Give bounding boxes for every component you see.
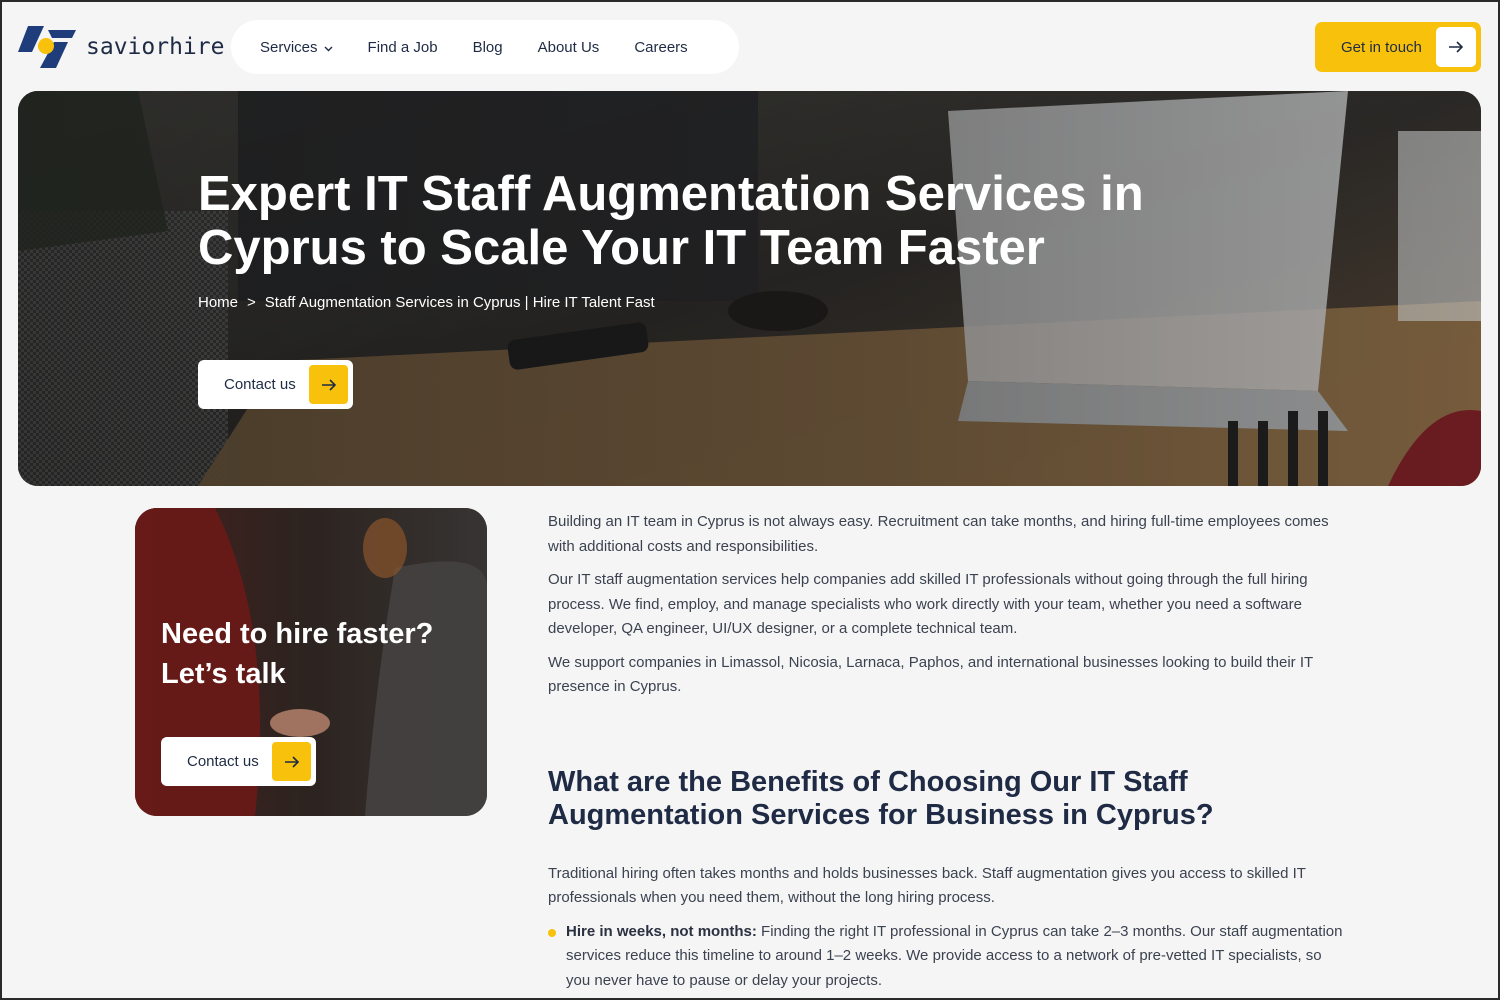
- nav-item-label: About Us: [537, 38, 600, 56]
- nav-item-blog[interactable]: Blog: [473, 39, 503, 56]
- benefits-intro: Traditional hiring often takes months an…: [548, 864, 1306, 907]
- card-contact-us-button[interactable]: Contact us: [161, 737, 316, 786]
- list-item: Hire in weeks, not months: Finding the r…: [548, 920, 1348, 994]
- bullet-text: Hire in weeks, not months: Finding the r…: [566, 920, 1348, 994]
- nav-item-label: Careers: [634, 38, 688, 56]
- nav-item-label: Blog: [472, 38, 503, 56]
- intro-paragraph-2: Our IT staff augmentation services help …: [548, 571, 1308, 637]
- breadcrumb-current: Staff Augmentation Services in Cyprus | …: [264, 294, 655, 311]
- contact-us-label: Contact us: [224, 376, 296, 393]
- intro-paragraph-3: We support companies in Limassol, Nicosi…: [548, 653, 1313, 696]
- nav-item-label: Find a Job: [367, 38, 438, 56]
- main-nav: Services Find a Job Blog About Us Career…: [231, 20, 739, 74]
- hire-faster-card: Need to hire faster? Let’s talk Contact …: [135, 508, 487, 816]
- arrow-right-icon: [1436, 27, 1476, 67]
- saviorhire-logo-icon: [18, 24, 76, 70]
- get-in-touch-label: Get in touch: [1341, 38, 1422, 56]
- bullet-title: Hire in weeks, not months:: [566, 922, 757, 940]
- nav-item-services[interactable]: Services: [260, 39, 333, 56]
- card-title: Need to hire faster? Let’s talk: [161, 618, 434, 690]
- logo-text: saviorhire: [86, 34, 225, 60]
- nav-item-about-us[interactable]: About Us: [538, 39, 600, 56]
- breadcrumb-separator: >: [247, 294, 256, 311]
- arrow-right-icon: [309, 365, 348, 404]
- nav-item-label: Services: [260, 38, 318, 56]
- hero-overlay: [18, 91, 1481, 486]
- hero-title: Expert IT Staff Augmentation Services in…: [198, 167, 1144, 275]
- hero-contact-us-button[interactable]: Contact us: [198, 360, 353, 409]
- arrow-right-icon: [272, 742, 311, 781]
- main-content: Building an IT team in Cyprus is not alw…: [548, 510, 1348, 993]
- nav-item-careers[interactable]: Careers: [634, 39, 687, 56]
- breadcrumb: Home > Staff Augmentation Services in Cy…: [198, 294, 655, 311]
- logo[interactable]: saviorhire: [18, 24, 224, 70]
- benefits-heading: What are the Benefits of Choosing Our IT…: [548, 765, 1214, 831]
- contact-us-label: Contact us: [187, 753, 259, 770]
- breadcrumb-home-link[interactable]: Home: [198, 294, 238, 311]
- get-in-touch-button[interactable]: Get in touch: [1315, 22, 1481, 72]
- intro-paragraph-1: Building an IT team in Cyprus is not alw…: [548, 513, 1329, 555]
- bullet-dot-icon: [548, 928, 556, 937]
- hero-banner: Expert IT Staff Augmentation Services in…: [18, 91, 1481, 486]
- nav-item-find-a-job[interactable]: Find a Job: [368, 39, 438, 56]
- chevron-down-icon: [324, 39, 333, 56]
